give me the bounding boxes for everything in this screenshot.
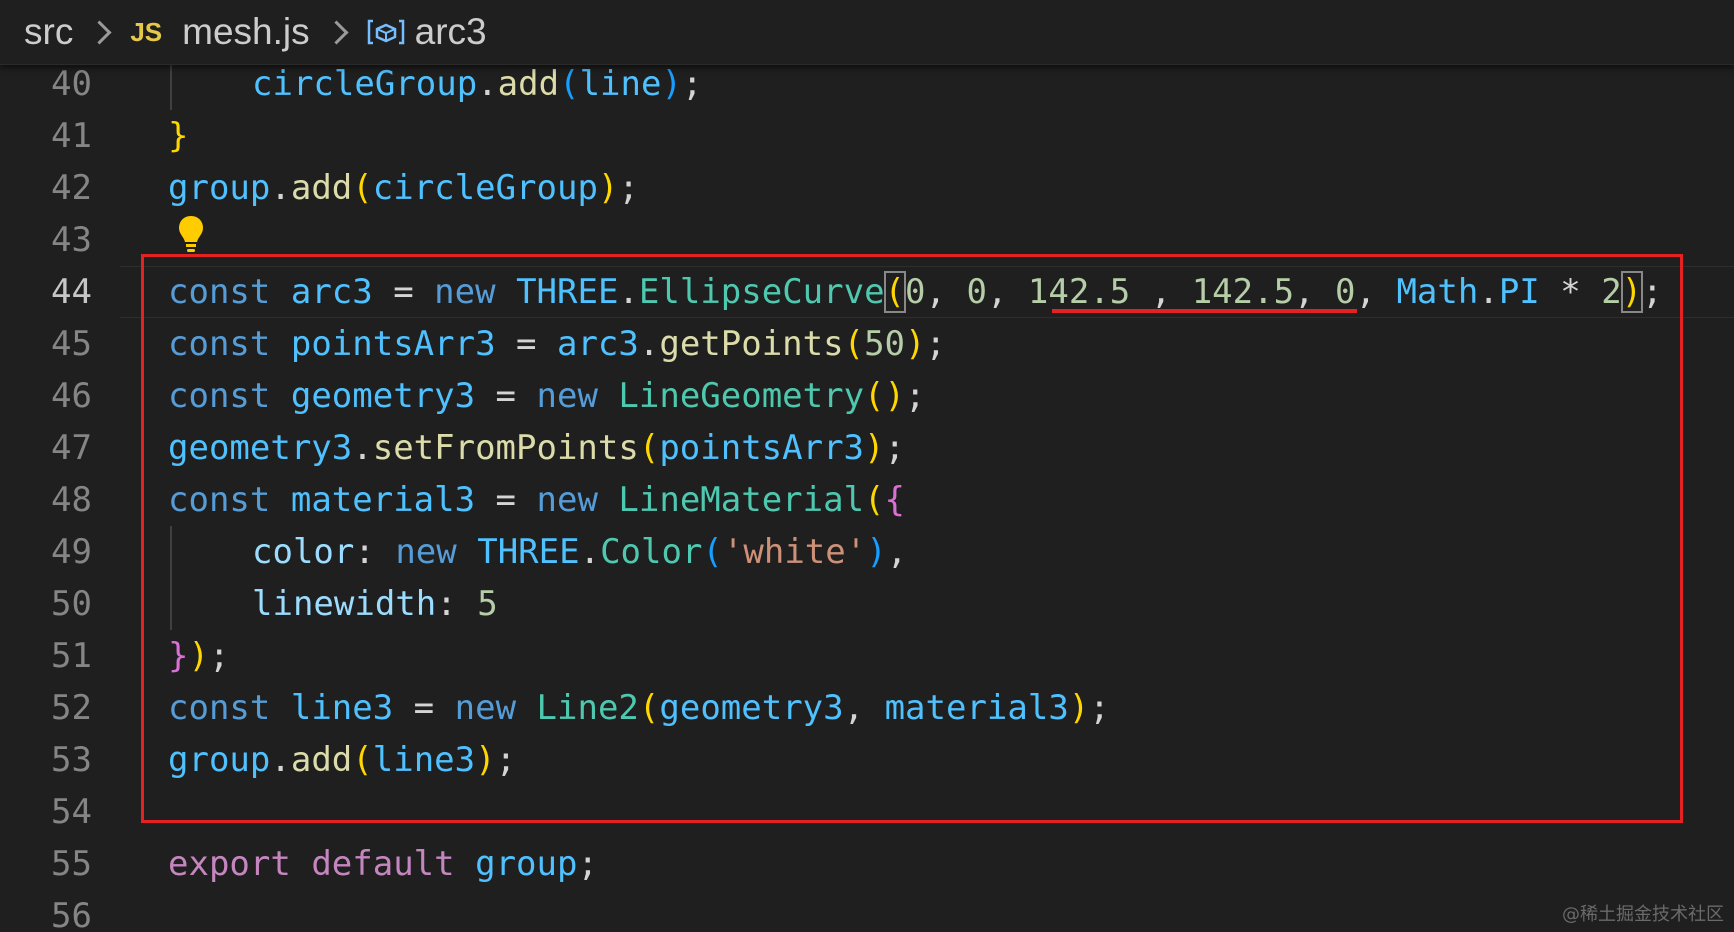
breadcrumb-symbol-label: arc3 — [414, 11, 487, 52]
breadcrumb-file-label: mesh.js — [182, 11, 310, 52]
lightbulb-icon[interactable] — [176, 214, 206, 258]
breadcrumb-folder[interactable]: src — [24, 11, 73, 53]
line-number: 50 — [51, 584, 92, 624]
line-number: 42 — [51, 168, 92, 208]
line-number: 48 — [51, 480, 92, 520]
code-token: export — [168, 844, 291, 884]
line-number: 44 — [51, 272, 92, 312]
javascript-file-icon: JS — [130, 16, 163, 47]
code-token: ) — [661, 64, 682, 104]
line-number: 46 — [51, 376, 92, 416]
code-token: ( — [352, 168, 373, 208]
line-number: 52 — [51, 688, 92, 728]
highlight-underline — [1052, 309, 1357, 313]
code-line[interactable]: 42 group.add(circleGroup); — [0, 162, 1734, 214]
code-token: ) — [597, 168, 619, 208]
code-text: } — [168, 110, 188, 162]
code-line[interactable]: 56 — [0, 890, 1734, 932]
code-token: group — [475, 844, 578, 884]
line-number: 54 — [51, 792, 92, 832]
indent-guide — [170, 58, 172, 110]
line-number: 47 — [51, 428, 92, 468]
line-number: 53 — [51, 740, 92, 780]
code-token: } — [168, 116, 189, 156]
line-number: 56 — [51, 896, 92, 932]
breadcrumb-file[interactable]: JS mesh.js — [130, 11, 309, 53]
line-number: 43 — [51, 220, 92, 260]
breadcrumb-symbol[interactable]: arc3 — [367, 11, 487, 53]
watermark: @稀土掘金技术社区 — [1562, 904, 1724, 925]
code-text: circleGroup.add(line); — [252, 58, 702, 110]
chevron-right-icon — [324, 19, 349, 45]
code-token: ; — [681, 64, 703, 104]
code-token: . — [270, 168, 291, 208]
code-line[interactable]: 41} — [0, 110, 1734, 162]
code-token: line — [579, 64, 662, 104]
line-number: 55 — [51, 844, 92, 884]
code-token: add — [497, 64, 560, 104]
code-line[interactable]: 40 circleGroup.add(line); — [0, 58, 1734, 110]
code-token: circleGroup — [372, 168, 598, 208]
code-text: export default group; — [168, 838, 598, 890]
line-number: 40 — [51, 64, 92, 104]
code-token: ( — [559, 64, 580, 104]
line-number: 51 — [51, 636, 92, 676]
code-token: circleGroup — [252, 64, 478, 104]
variable-icon — [367, 17, 405, 47]
line-number: 41 — [51, 116, 92, 156]
code-line[interactable]: 55 export default group; — [0, 838, 1734, 890]
line-number: 45 — [51, 324, 92, 364]
code-token: add — [290, 168, 353, 208]
code-token: group — [168, 168, 271, 208]
chevron-right-icon — [87, 19, 112, 45]
code-token: . — [477, 64, 498, 104]
breadcrumb: src JS mesh.js arc3 — [0, 0, 1734, 65]
code-token: default — [311, 844, 455, 884]
code-text: group.add(circleGroup); — [168, 162, 639, 214]
breadcrumb-folder-label: src — [24, 11, 74, 52]
code-token: ; — [618, 168, 639, 208]
code-token: ; — [577, 844, 598, 884]
line-number: 49 — [51, 532, 92, 572]
highlight-box — [141, 254, 1683, 823]
